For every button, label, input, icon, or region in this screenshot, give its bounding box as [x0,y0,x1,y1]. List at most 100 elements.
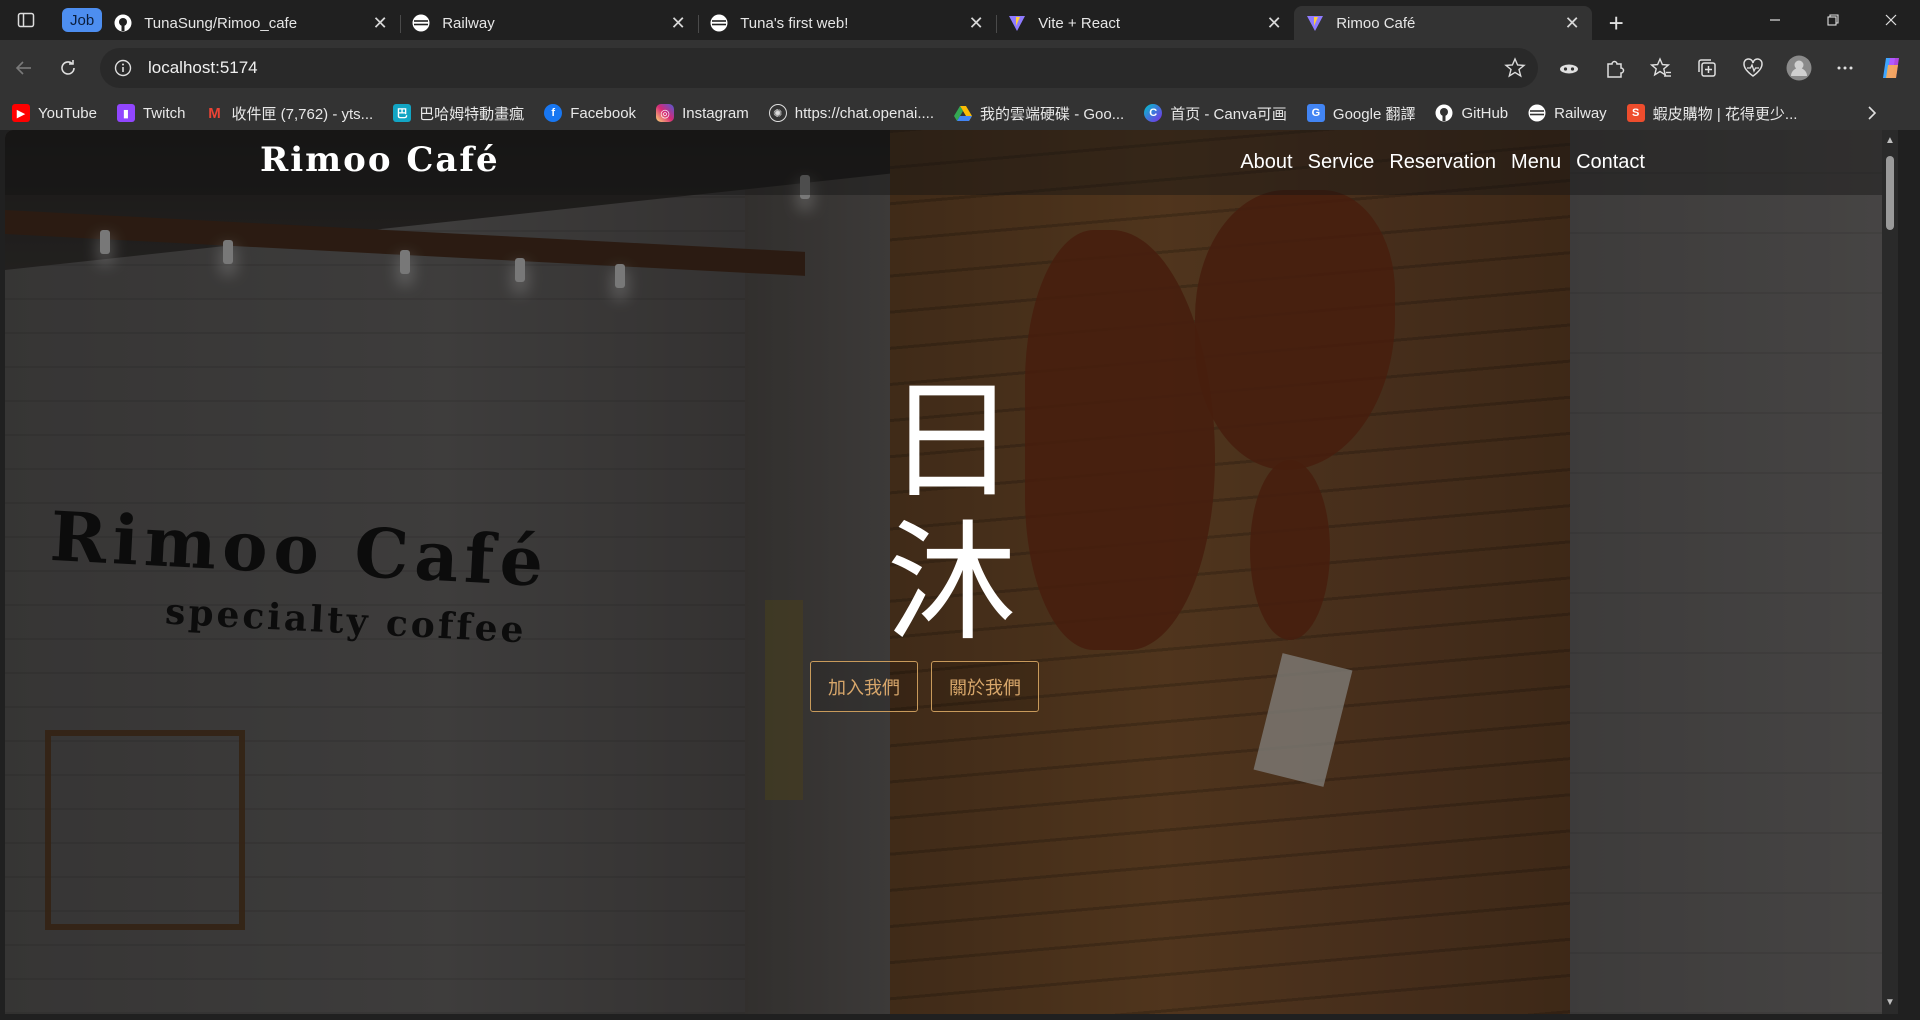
more-options-icon[interactable] [1822,48,1868,88]
bookmark-google-drive[interactable]: 我的雲端硬碟 - Goo... [954,103,1124,124]
bookmark-label: Facebook [570,104,637,122]
tab-title: Railway [442,14,495,32]
bookmark-label: 蝦皮購物 | 花得更少... [1652,105,1798,123]
railway-icon [412,14,430,32]
site-header: Rimoo Café About Service Reservation Men… [5,130,1898,195]
site-logo[interactable]: Rimoo Café [260,140,500,180]
railway-icon [1528,104,1546,122]
favorite-star-icon[interactable] [1504,57,1526,79]
copilot-icon[interactable] [1868,48,1914,88]
google-translate-icon: G [1306,104,1325,122]
bookmark-label: Instagram [682,104,749,122]
bookmark-label: 首页 - Canva可画 [1170,105,1287,123]
scrollbar-thumb[interactable] [1886,156,1894,230]
tab-title: Tuna's first web! [740,14,849,32]
nav-about[interactable]: About [1240,151,1292,174]
shopee-icon: S [1626,104,1645,122]
tab-vite-react[interactable]: Vite + React ✕ [996,6,1294,40]
collections-icon[interactable] [1684,48,1730,88]
browser-toolbar: localhost:5174 [0,40,1920,96]
hero-title-char-1: 日 [886,365,1017,517]
restore-icon[interactable] [1804,0,1862,40]
tab-actions-menu-icon[interactable] [12,6,40,34]
address-bar[interactable]: localhost:5174 [100,48,1538,88]
browser-essentials-icon[interactable] [1730,48,1776,88]
reload-icon[interactable] [46,48,90,88]
tab-group-chip[interactable]: Job [62,8,103,32]
nav-contact[interactable]: Contact [1576,151,1645,174]
tab-railway[interactable]: Railway ✕ [400,6,698,40]
back-icon[interactable] [2,48,46,88]
toolbar-right-icons [1546,48,1914,88]
vite-icon [1008,14,1026,32]
scroll-down-arrow-icon[interactable]: ▼ [1885,998,1895,1008]
tab-title: Rimoo Café [1336,14,1416,32]
bookmark-twitch[interactable]: ▮ Twitch [116,104,186,122]
extensions-puzzle-icon[interactable] [1592,48,1638,88]
twitch-icon: ▮ [116,104,135,122]
github-icon [1435,104,1453,122]
tab-strip: Job TunaSung/Rimoo_cafe ✕ Railway ✕ Tuna… [0,0,1920,40]
railway-icon [710,14,728,32]
bookmark-bahamut[interactable]: 巴 巴哈姆特動畫瘋 [393,103,524,124]
scroll-up-arrow-icon[interactable]: ▲ [1885,136,1895,146]
bookmark-github[interactable]: GitHub [1435,104,1508,122]
site-info-icon[interactable] [112,57,134,79]
github-icon [114,14,132,32]
nav-menu[interactable]: Menu [1511,151,1561,174]
tab-actions [0,0,52,40]
vite-icon [1306,14,1324,32]
youtube-icon: ▶ [12,104,30,122]
bookmark-instagram[interactable]: ◎ Instagram [656,104,749,122]
bookmark-google-translate[interactable]: G Google 翻譯 [1306,103,1416,124]
bookmark-youtube[interactable]: ▶ YouTube [12,104,97,122]
nav-service[interactable]: Service [1308,151,1375,174]
nav-reservation[interactable]: Reservation [1389,151,1496,174]
tab-title: Vite + React [1038,14,1121,32]
bookmark-label: GitHub [1461,104,1509,122]
bookmark-openai[interactable]: ✺ https://chat.openai.... [768,104,935,122]
gmail-icon: M [208,104,221,122]
close-icon[interactable]: ✕ [966,13,986,33]
bookmark-label: 我的雲端硬碟 - Goo... [980,105,1125,123]
bookmark-label: YouTube [38,104,97,122]
extension-mask-icon[interactable] [1546,48,1592,88]
close-icon[interactable]: ✕ [1264,13,1284,33]
hero-title-char-2: 沐 [886,507,1017,659]
bookmark-label: Google 翻譯 [1332,105,1416,123]
bookmark-label: Twitch [142,104,186,122]
page-viewport: Rimoo Café specialty coffee Rimoo Café A… [5,130,1898,1014]
hero-buttons: 加入我們 關於我們 [810,661,1039,712]
favorites-icon[interactable] [1638,48,1684,88]
openai-icon: ✺ [768,104,787,122]
tab-tunas-first-web[interactable]: Tuna's first web! ✕ [698,6,996,40]
bahamut-icon: 巴 [393,104,412,122]
bookmark-label: Railway [1554,104,1607,122]
tab-github[interactable]: TunaSung/Rimoo_cafe ✕ [102,6,400,40]
tab-rimoo-cafe[interactable]: Rimoo Café ✕ [1294,6,1593,40]
bookmark-facebook[interactable]: f Facebook [544,104,636,122]
url-text: localhost:5174 [148,58,258,77]
about-us-button[interactable]: 關於我們 [931,661,1039,712]
close-icon[interactable]: ✕ [668,13,688,33]
page-scrollbar[interactable]: ▲ ▼ [1882,130,1898,1014]
chevron-right-icon[interactable] [1862,103,1882,123]
close-icon[interactable]: ✕ [1562,13,1582,33]
bookmark-shopee[interactable]: S 蝦皮購物 | 花得更少... [1626,103,1798,124]
bookmark-label: 巴哈姆特動畫瘋 [419,105,525,123]
facebook-icon: f [544,104,563,122]
google-drive-icon [954,104,973,122]
close-window-icon[interactable] [1862,0,1920,40]
minimize-icon[interactable] [1746,0,1804,40]
instagram-icon: ◎ [656,104,675,122]
new-tab-button[interactable]: + [1596,6,1636,40]
bookmark-railway[interactable]: Railway [1528,104,1607,122]
bookmark-label: https://chat.openai.... [794,104,935,122]
bookmark-canva[interactable]: C 首页 - Canva可画 [1144,103,1287,124]
join-us-button[interactable]: 加入我們 [810,661,918,712]
canva-icon: C [1144,104,1163,122]
close-icon[interactable]: ✕ [370,13,390,33]
profile-avatar-icon[interactable] [1776,48,1822,88]
bookmark-gmail[interactable]: M 收件匣 (7,762) - yts... [205,103,373,124]
bookmarks-bar: ▶ YouTube ▮ Twitch M 收件匣 (7,762) - yts..… [0,96,1920,130]
